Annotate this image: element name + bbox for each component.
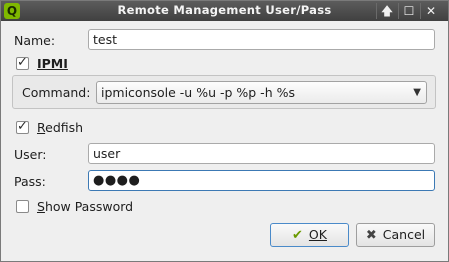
check-icon: ✔	[292, 228, 303, 243]
cancel-button-label: Cancel	[382, 227, 426, 242]
maximize-icon[interactable]: ☐	[400, 3, 418, 19]
command-select-value: ipmiconsole -u %u -p %p -h %s	[101, 85, 295, 100]
user-field[interactable]	[88, 143, 435, 164]
ok-button-label: OK	[308, 227, 327, 242]
dialog-window: Q Remote Management User/Pass 🡅 ☐ ✕ Name…	[0, 0, 449, 262]
show-password-checkbox[interactable]	[16, 200, 29, 213]
user-label: User:	[14, 147, 47, 162]
name-label: Name:	[14, 33, 56, 48]
x-icon: ✖	[365, 228, 377, 243]
titlebar-separator	[420, 3, 421, 19]
password-field[interactable]: ●●●●	[88, 170, 435, 191]
redfish-checkbox[interactable]: ✓	[16, 119, 29, 134]
chevron-down-icon: ▼	[413, 87, 421, 98]
ok-button[interactable]: ✔ OK	[270, 223, 349, 247]
redfish-label-rest: edfish	[45, 120, 84, 135]
check-icon: ✓	[17, 55, 28, 70]
titlebar-separator	[376, 3, 377, 19]
command-select[interactable]: ipmiconsole -u %u -p %p -h %s ▼	[96, 81, 427, 104]
pass-label: Pass:	[14, 174, 46, 189]
keep-above-icon[interactable]: 🡅	[378, 3, 396, 19]
redfish-label: Redfish	[37, 120, 84, 135]
titlebar-separator	[398, 3, 399, 19]
ipmi-checkbox[interactable]: ✓	[16, 55, 29, 70]
command-label: Command:	[22, 85, 91, 100]
cancel-button[interactable]: ✖ Cancel	[356, 223, 435, 247]
title-bar[interactable]: Q Remote Management User/Pass 🡅 ☐ ✕	[1, 1, 448, 21]
name-field[interactable]	[88, 29, 435, 50]
ipmi-label: IPMI	[37, 56, 68, 71]
close-icon[interactable]: ✕	[422, 3, 440, 19]
show-password-label: Show Password	[37, 199, 134, 214]
show-password-label-rest: how Password	[44, 199, 134, 214]
check-icon: ✓	[17, 119, 28, 134]
